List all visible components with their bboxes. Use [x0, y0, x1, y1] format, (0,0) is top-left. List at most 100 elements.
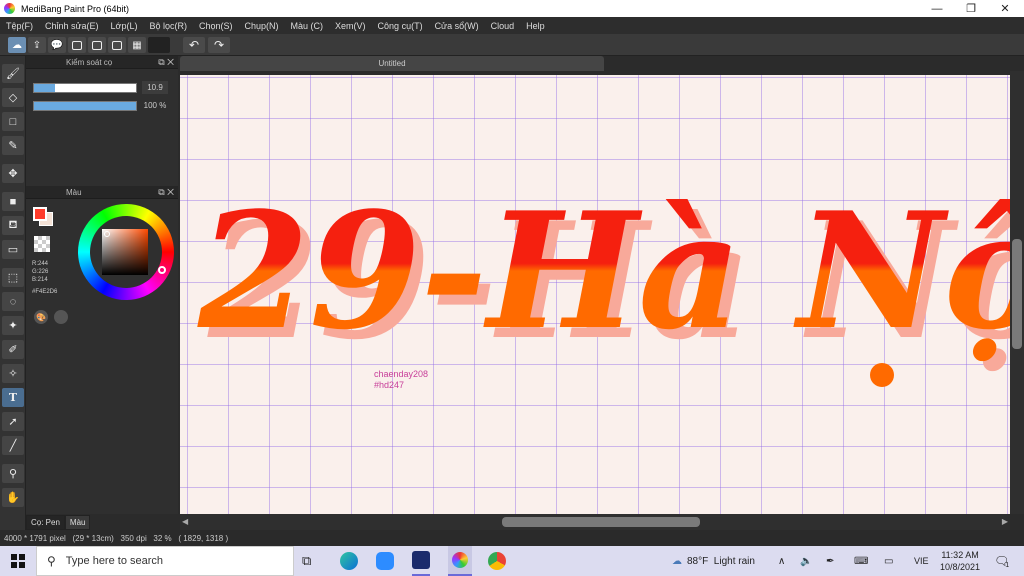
hue-picker-marker[interactable]	[158, 266, 166, 274]
maximize-button[interactable]: ❐	[954, 0, 988, 17]
close-button[interactable]: ✕	[988, 0, 1022, 17]
sv-picker-marker[interactable]	[104, 231, 110, 237]
rgb-readout: R:244 G:226 B:214	[32, 260, 48, 284]
menu-help[interactable]: Help	[520, 21, 551, 31]
eraser-icon: ◇	[8, 92, 18, 104]
brush-tool[interactable]: 🖌	[2, 64, 24, 83]
message-button[interactable]	[68, 37, 86, 53]
redo-icon: ↷	[213, 38, 225, 52]
select-tool[interactable]: ⬚	[2, 268, 24, 287]
menu-cloud[interactable]: Cloud	[485, 21, 521, 31]
bucket-icon: ⛾	[8, 218, 18, 231]
chrome-icon	[488, 552, 506, 570]
task-view-button[interactable]: ⧉	[302, 546, 311, 576]
photoshop-button[interactable]	[412, 546, 430, 576]
scroll-right-arrow-icon[interactable]: ▶	[1002, 517, 1008, 526]
scroll-left-arrow-icon[interactable]: ◀	[182, 517, 188, 526]
operation-tool[interactable]: ➚	[2, 412, 24, 431]
show-hidden-icons-button[interactable]: ∧	[778, 546, 785, 576]
zoom-button[interactable]	[376, 546, 394, 576]
brush-size-value[interactable]: 10.9	[142, 81, 168, 94]
tab-brush[interactable]: Cọ: Pen	[26, 515, 65, 530]
divide-tool[interactable]: ╱	[2, 436, 24, 455]
language-indicator[interactable]: VIE	[914, 546, 929, 576]
panel-close-icon[interactable]: ✕	[167, 187, 174, 197]
chrome-button[interactable]	[488, 546, 506, 576]
list-icon	[112, 40, 122, 50]
lasso-tool[interactable]: ◌	[2, 292, 24, 311]
tab-color[interactable]: Màu	[64, 515, 91, 530]
menu-bar: Tệp(F) Chỉnh sửa(E) Lớp(L) Bộ lọc(R) Chọ…	[0, 17, 1024, 34]
text-tool[interactable]: T	[2, 388, 24, 407]
bucket-tool[interactable]: ⛾	[2, 216, 24, 235]
cloud-button[interactable]: ☁	[8, 37, 26, 53]
fill-rectangle-tool[interactable]: ■	[2, 192, 24, 211]
page-button[interactable]	[88, 37, 106, 53]
start-button[interactable]	[0, 546, 36, 576]
brush-size-slider[interactable]	[33, 83, 137, 93]
dot-brush-tool[interactable]: ✎	[2, 136, 24, 155]
taskbar-search-box[interactable]: ⚲ Type here to search	[36, 546, 294, 576]
undo-button[interactable]: ↶	[183, 37, 205, 53]
text-icon: T	[8, 391, 18, 404]
horizontal-scroll-thumb[interactable]	[502, 517, 700, 527]
eyedropper-tool[interactable]: ⚲	[2, 464, 24, 483]
restore-icon: ❐	[966, 3, 976, 15]
close-icon: ✕	[1000, 3, 1010, 15]
display-button[interactable]: ▭	[884, 546, 893, 576]
rectangle-tool[interactable]: □	[2, 112, 24, 131]
palette-button[interactable]: 🎨	[34, 310, 48, 324]
menu-view[interactable]: Xem(V)	[329, 21, 372, 31]
panel-close-icon[interactable]: ✕	[167, 57, 174, 67]
move-tool[interactable]: ✥	[2, 164, 24, 183]
menu-layer[interactable]: Lớp(L)	[105, 21, 144, 31]
notification-button[interactable]: 🗨 1	[994, 546, 1009, 576]
toolbar-color-swatch[interactable]	[148, 37, 170, 53]
select-pen-tool[interactable]: ✐	[2, 340, 24, 359]
horizontal-scrollbar[interactable]: ◀ ▶	[180, 514, 1010, 530]
undock-icon[interactable]: ⧉	[158, 187, 164, 197]
pen-button[interactable]: ✒	[826, 546, 834, 576]
search-icon: ⚲	[47, 554, 56, 568]
canvas-viewport[interactable]: 29-Hà Nội 29-Hà Nội chaenday208 #hd247	[180, 71, 1010, 514]
gradient-tool[interactable]: ▭	[2, 240, 24, 259]
palette-icon: 🎨	[36, 312, 46, 322]
menu-file[interactable]: Tệp(F)	[0, 21, 39, 31]
volume-button[interactable]: 🔈	[800, 546, 812, 576]
menu-filter[interactable]: Bộ lọc(R)	[143, 21, 193, 31]
select-eraser-tool[interactable]: ✧	[2, 364, 24, 383]
clock[interactable]: 11:32 AM 10/8/2021	[940, 546, 980, 576]
palette-settings-button[interactable]	[54, 310, 68, 324]
menu-edit[interactable]: Chỉnh sửa(E)	[39, 21, 105, 31]
menu-color[interactable]: Màu (C)	[285, 21, 330, 31]
share-button[interactable]: ⇪	[28, 37, 46, 53]
grid-button[interactable]: ▦	[128, 37, 146, 53]
magic-wand-tool[interactable]: ✦	[2, 316, 24, 335]
menu-window[interactable]: Cửa sổ(W)	[429, 21, 485, 31]
eraser-tool[interactable]: ◇	[2, 88, 24, 107]
vertical-scroll-thumb[interactable]	[1012, 239, 1022, 349]
hand-tool[interactable]: ✋	[2, 488, 24, 507]
keyboard-button[interactable]: ⌨	[854, 546, 868, 576]
document-tab[interactable]: Untitled	[180, 56, 604, 71]
canvas-paper[interactable]: 29-Hà Nội 29-Hà Nội chaenday208 #hd247	[180, 75, 1010, 514]
menu-capture[interactable]: Chụp(N)	[239, 21, 285, 31]
redo-button[interactable]: ↷	[208, 37, 230, 53]
list-button[interactable]	[108, 37, 126, 53]
brush-opacity-slider[interactable]	[33, 101, 137, 111]
undock-icon[interactable]: ⧉	[158, 57, 164, 67]
blue-value: B:214	[32, 277, 48, 283]
minimize-button[interactable]: —	[920, 0, 954, 17]
zoom-icon	[376, 552, 394, 570]
weather-widget[interactable]: ☁ 88°F Light rain	[672, 546, 755, 576]
transparent-color-swatch[interactable]	[34, 236, 50, 252]
hue-wheel[interactable]	[78, 204, 174, 300]
menu-select[interactable]: Chọn(S)	[193, 21, 239, 31]
comment-button[interactable]: 💬	[48, 37, 66, 53]
menu-tools[interactable]: Công cụ(T)	[372, 21, 429, 31]
vertical-scrollbar[interactable]	[1010, 71, 1024, 514]
foreground-color-swatch[interactable]	[33, 207, 47, 221]
clock-date: 10/8/2021	[940, 562, 981, 572]
edge-button[interactable]	[340, 546, 358, 576]
medibang-taskbar-button[interactable]	[448, 546, 472, 576]
